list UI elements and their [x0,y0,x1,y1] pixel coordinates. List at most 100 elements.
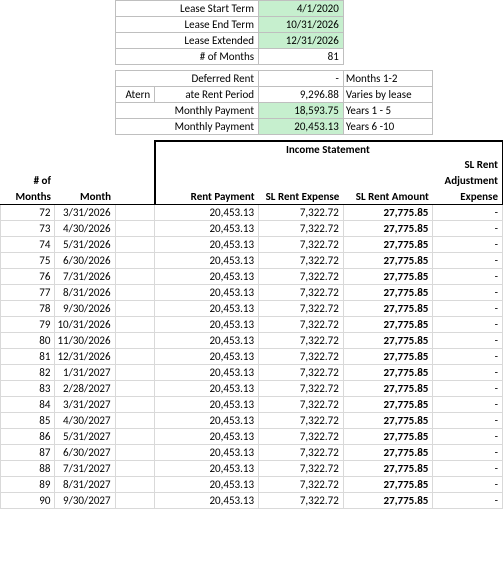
cell-rent-payment[interactable]: 20,453.13 [155,365,259,381]
cell-sl-expense[interactable]: 7,322.72 [259,445,344,461]
cell-sl-amount[interactable]: 27,775.85 [343,285,433,301]
col-sl-adj[interactable]: Expense [433,189,503,205]
cell-rent-payment[interactable]: 20,453.13 [155,221,259,237]
cell-month[interactable]: 9/30/2027 [55,493,115,509]
cell-sl-adj[interactable]: - [433,493,503,509]
cell-month[interactable]: 11/30/2026 [55,333,115,349]
cell-month[interactable]: 12/31/2026 [55,349,115,365]
cell-sl-expense[interactable]: 7,322.72 [259,317,344,333]
cell-month-no[interactable]: 82 [1,365,55,381]
cell-sl-amount[interactable]: 27,775.85 [343,221,433,237]
cell-month-no[interactable]: 75 [1,253,55,269]
label-lease-end[interactable]: Lease End Term [115,17,258,33]
cell-month[interactable]: 10/31/2026 [55,317,115,333]
cell-month-no[interactable]: 85 [1,413,55,429]
cell-month-no[interactable]: 76 [1,269,55,285]
cell-sl-adj[interactable]: - [433,317,503,333]
cell-blank[interactable] [115,301,155,317]
cell-blank[interactable] [115,413,155,429]
label-mp2[interactable]: Monthly Payment [115,119,258,135]
cell-month-no[interactable]: 79 [1,317,55,333]
label-aternate-left[interactable]: Atern [115,87,155,103]
cell-month[interactable]: 3/31/2027 [55,397,115,413]
cell-rent-payment[interactable]: 20,453.13 [155,301,259,317]
cell-sl-adj[interactable]: - [433,397,503,413]
note-mp1[interactable]: Years 1 - 5 [343,103,433,119]
cell-sl-expense[interactable]: 7,322.72 [259,333,344,349]
cell-blank[interactable] [115,381,155,397]
cell-sl-adj[interactable]: - [433,269,503,285]
cell-sl-expense[interactable]: 7,322.72 [259,205,344,221]
cell-sl-amount[interactable]: 27,775.85 [343,253,433,269]
cell-month-no[interactable]: 77 [1,285,55,301]
cell-blank[interactable] [115,429,155,445]
cell-blank[interactable] [115,493,155,509]
cell-month[interactable]: 8/31/2026 [55,285,115,301]
cell-month-no[interactable]: 90 [1,493,55,509]
value-deferred-rent[interactable]: - [259,71,344,87]
cell-month-no[interactable]: 73 [1,221,55,237]
cell-sl-amount[interactable]: 27,775.85 [343,301,433,317]
cell-sl-expense[interactable]: 7,322.72 [259,253,344,269]
value-mp2[interactable]: 20,453.13 [259,119,344,135]
cell-sl-amount[interactable]: 27,775.85 [343,205,433,221]
cell-sl-expense[interactable]: 7,322.72 [259,301,344,317]
cell-sl-expense[interactable]: 7,322.72 [259,349,344,365]
cell-month[interactable]: 6/30/2027 [55,445,115,461]
cell-month[interactable]: 2/28/2027 [55,381,115,397]
cell-sl-expense[interactable]: 7,322.72 [259,397,344,413]
cell-sl-amount[interactable]: 27,775.85 [343,413,433,429]
label-months[interactable]: # of Months [115,49,258,65]
col-sl-expense[interactable]: SL Rent Expense [259,189,344,205]
cell-rent-payment[interactable]: 20,453.13 [155,397,259,413]
cell-rent-payment[interactable]: 20,453.13 [155,237,259,253]
cell-month-no[interactable]: 81 [1,349,55,365]
label-deferred-rent[interactable]: Deferred Rent [115,71,258,87]
cell-rent-payment[interactable]: 20,453.13 [155,333,259,349]
cell-sl-adj[interactable]: - [433,333,503,349]
cell-blank[interactable] [115,253,155,269]
cell-sl-adj[interactable]: - [433,445,503,461]
cell-sl-amount[interactable]: 27,775.85 [343,269,433,285]
cell-month[interactable]: 5/31/2027 [55,429,115,445]
cell-month[interactable]: 9/30/2026 [55,301,115,317]
cell-rent-payment[interactable]: 20,453.13 [155,253,259,269]
col-months-no[interactable]: Months [1,189,55,205]
cell-sl-amount[interactable]: 27,775.85 [343,349,433,365]
cell-blank[interactable] [115,205,155,221]
cell-sl-adj[interactable]: - [433,285,503,301]
label-lease-ext[interactable]: Lease Extended [115,33,258,49]
label-lease-start[interactable]: Lease Start Term [115,1,258,17]
value-mp1[interactable]: 18,593.75 [259,103,344,119]
cell-sl-adj[interactable]: - [433,253,503,269]
cell-sl-adj[interactable]: - [433,429,503,445]
value-months[interactable]: 81 [259,49,344,65]
cell-blank[interactable] [115,397,155,413]
cell-month[interactable]: 7/31/2027 [55,461,115,477]
cell-month-no[interactable]: 78 [1,301,55,317]
cell-blank[interactable] [115,349,155,365]
cell-rent-payment[interactable]: 20,453.13 [155,477,259,493]
cell-sl-amount[interactable]: 27,775.85 [343,461,433,477]
cell-sl-adj[interactable]: - [433,381,503,397]
cell-blank[interactable] [115,285,155,301]
cell-month[interactable]: 1/31/2027 [55,365,115,381]
cell-rent-payment[interactable]: 20,453.13 [155,285,259,301]
cell-month[interactable]: 8/31/2027 [55,477,115,493]
cell-blank[interactable] [115,269,155,285]
cell-sl-expense[interactable]: 7,322.72 [259,413,344,429]
cell-month[interactable]: 3/31/2026 [55,205,115,221]
cell-sl-adj[interactable]: - [433,237,503,253]
cell-sl-adj[interactable]: - [433,413,503,429]
cell-blank[interactable] [115,445,155,461]
cell-month-no[interactable]: 84 [1,397,55,413]
cell-rent-payment[interactable]: 20,453.13 [155,381,259,397]
label-aternate-right[interactable]: ate Rent Period [155,87,259,103]
cell-sl-amount[interactable]: 27,775.85 [343,237,433,253]
header-income-statement[interactable]: Income Statement [155,141,503,157]
cell-sl-adj[interactable]: - [433,221,503,237]
cell-rent-payment[interactable]: 20,453.13 [155,413,259,429]
cell-sl-expense[interactable]: 7,322.72 [259,221,344,237]
cell-rent-payment[interactable]: 20,453.13 [155,269,259,285]
cell-sl-expense[interactable]: 7,322.72 [259,237,344,253]
